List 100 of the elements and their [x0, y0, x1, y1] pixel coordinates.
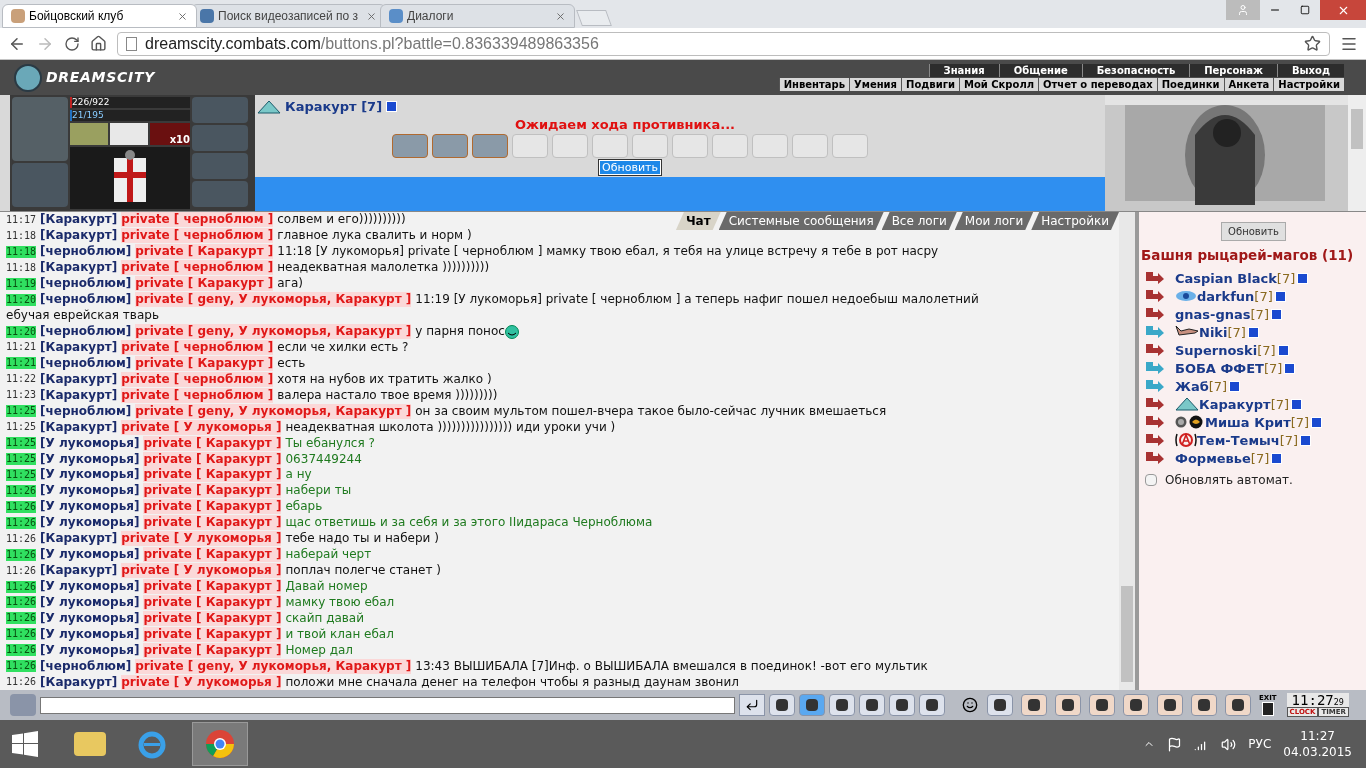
home-icon[interactable]	[90, 35, 107, 52]
windows-start-icon[interactable]	[12, 731, 38, 757]
submenu-link[interactable]: Подвиги	[901, 78, 959, 91]
taskbar-clock[interactable]: 11:27 04.03.2015	[1283, 728, 1352, 760]
player-name[interactable]: Миша Крит	[1205, 412, 1291, 432]
private-recipients[interactable]: private [ Каракурт ]	[143, 594, 282, 610]
sender-name[interactable]: [У лукоморья]	[40, 626, 140, 642]
sender-name[interactable]: [Каракурт]	[40, 563, 118, 579]
submenu-link[interactable]: Отчет о переводах	[1038, 78, 1157, 91]
close-icon[interactable]	[555, 10, 566, 22]
info-icon[interactable]	[1311, 416, 1323, 428]
reload-icon[interactable]	[64, 35, 80, 52]
info-icon[interactable]	[1300, 434, 1312, 446]
info-icon[interactable]	[1274, 290, 1286, 302]
player-name[interactable]: Формевье	[1175, 448, 1251, 468]
scrollbar[interactable]	[1348, 95, 1366, 211]
sender-name[interactable]: [У лукоморья]	[40, 483, 140, 499]
chrome-taskbar-button[interactable]	[192, 722, 248, 766]
private-recipients[interactable]: private [ geny, У лукоморья, Каракурт ]	[135, 403, 412, 419]
private-recipients[interactable]: private [ Каракурт ]	[143, 515, 282, 531]
info-icon[interactable]	[1270, 308, 1282, 320]
sender-name[interactable]: [Каракурт]	[40, 387, 118, 403]
private-recipients[interactable]: private [ Каракурт ]	[143, 435, 282, 451]
sender-name[interactable]: [Каракурт]	[40, 212, 118, 228]
sender-name[interactable]: [черноблюм]	[40, 324, 132, 340]
auto-refresh-checkbox[interactable]	[1145, 474, 1157, 487]
private-recipients[interactable]: private [ черноблюм ]	[121, 212, 274, 228]
close-icon[interactable]	[366, 10, 377, 22]
sender-name[interactable]: [У лукоморья]	[40, 467, 140, 483]
chat-tab[interactable]: Все логи	[881, 212, 957, 230]
player-name[interactable]: БОБА ФФЕТ	[1175, 358, 1264, 378]
submenu-link[interactable]: Инвентарь	[778, 78, 850, 91]
private-recipients[interactable]: private [ Каракурт ]	[143, 483, 282, 499]
sender-name[interactable]: [У лукоморья]	[40, 547, 140, 563]
sender-name[interactable]: [У лукоморья]	[40, 610, 140, 626]
sender-name[interactable]: [Каракурт]	[40, 531, 118, 547]
game-logo[interactable]: DREAMSCITY	[46, 67, 155, 88]
sender-name[interactable]: [Каракурт]	[40, 371, 118, 387]
sender-name[interactable]: [черноблюм]	[40, 658, 132, 674]
opponent-name[interactable]: Каракурт [7]	[285, 97, 383, 117]
private-recipients[interactable]: private [ черноблюм ]	[121, 228, 274, 244]
sender-name[interactable]: [У лукоморья]	[40, 579, 140, 595]
private-recipients[interactable]: private [ geny, У лукоморья, Каракурт ]	[135, 658, 412, 674]
send-button[interactable]	[739, 694, 765, 716]
address-field[interactable]: dreamscity.combats.com/buttons.pl?battle=0.836339489863356	[117, 31, 1330, 56]
player-name[interactable]: Каракурт	[1199, 394, 1271, 414]
player-name[interactable]: darkfun	[1197, 286, 1255, 306]
chat-tab[interactable]: Настройки	[1031, 212, 1119, 230]
menu-link[interactable]: Выход	[1276, 64, 1344, 77]
private-recipients[interactable]: private [ geny, У лукоморья, Каракурт ]	[135, 292, 412, 308]
volume-icon[interactable]	[1221, 736, 1237, 752]
info-icon[interactable]	[1229, 380, 1241, 392]
submenu-link[interactable]: Умения	[849, 78, 902, 91]
submenu-link[interactable]: Мой Скролл	[958, 78, 1039, 91]
info-icon[interactable]	[1291, 398, 1303, 410]
private-recipients[interactable]: private [ Каракурт ]	[143, 626, 282, 642]
private-recipients[interactable]: private [ Каракурт ]	[143, 467, 282, 483]
info-icon[interactable]	[386, 101, 398, 113]
private-recipients[interactable]: private [ У лукоморья ]	[121, 563, 282, 579]
sender-name[interactable]: [У лукоморья]	[40, 515, 140, 531]
refresh-button[interactable]: Обновить	[1221, 222, 1286, 241]
private-recipients[interactable]: private [ черноблюм ]	[121, 371, 274, 387]
player-name[interactable]: Жаб	[1175, 376, 1209, 396]
sender-name[interactable]: [Каракурт]	[40, 674, 118, 690]
scrollbar[interactable]	[1119, 212, 1135, 690]
private-recipients[interactable]: private [ Каракурт ]	[143, 547, 282, 563]
private-recipients[interactable]: private [ черноблюм ]	[121, 260, 274, 276]
bookmark-star-icon[interactable]	[1304, 35, 1321, 52]
sender-name[interactable]: [черноблюм]	[40, 276, 132, 292]
private-recipients[interactable]: private [ Каракурт ]	[143, 642, 282, 658]
menu-link[interactable]: Персонаж	[1189, 64, 1277, 77]
close-icon[interactable]	[177, 10, 188, 22]
sender-name[interactable]: [черноблюм]	[40, 292, 132, 308]
private-recipients[interactable]: private [ Каракурт ]	[143, 579, 282, 595]
spell-scroll-icon[interactable]	[392, 133, 428, 158]
sender-name[interactable]: [Каракурт]	[40, 339, 118, 355]
private-recipients[interactable]: private [ Каракурт ]	[143, 610, 282, 626]
private-recipients[interactable]: private [ У лукоморья ]	[121, 674, 282, 690]
spell-scroll-icon[interactable]	[472, 133, 508, 158]
sender-name[interactable]: [Каракурт]	[40, 419, 118, 435]
submenu-link[interactable]: Анкета	[1223, 78, 1274, 91]
player-name[interactable]: gnas-gnas	[1175, 304, 1251, 324]
sender-name[interactable]: [черноблюм]	[40, 403, 132, 419]
info-icon[interactable]	[1247, 326, 1259, 338]
player-name[interactable]: Niki	[1199, 322, 1228, 342]
chat-tab[interactable]: Чат	[675, 212, 721, 230]
sender-name[interactable]: [У лукоморья]	[40, 499, 140, 515]
spell-scroll-icon[interactable]	[432, 133, 468, 158]
sender-name[interactable]: [У лукоморья]	[40, 642, 140, 658]
player-name[interactable]: Supernoski	[1175, 340, 1258, 360]
chat-tab[interactable]: Системные сообщения	[718, 212, 884, 230]
sender-name[interactable]: [У лукоморья]	[40, 435, 140, 451]
submenu-link[interactable]: Настройки	[1273, 78, 1344, 91]
private-recipients[interactable]: private [ Каракурт ]	[143, 451, 282, 467]
info-icon[interactable]	[1277, 344, 1289, 356]
sender-name[interactable]: [черноблюм]	[40, 355, 132, 371]
sender-name[interactable]: [У лукоморья]	[40, 594, 140, 610]
potion-slot[interactable]: x10	[150, 123, 190, 145]
private-recipients[interactable]: private [ Каракурт ]	[135, 276, 274, 292]
info-icon[interactable]	[1284, 362, 1296, 374]
